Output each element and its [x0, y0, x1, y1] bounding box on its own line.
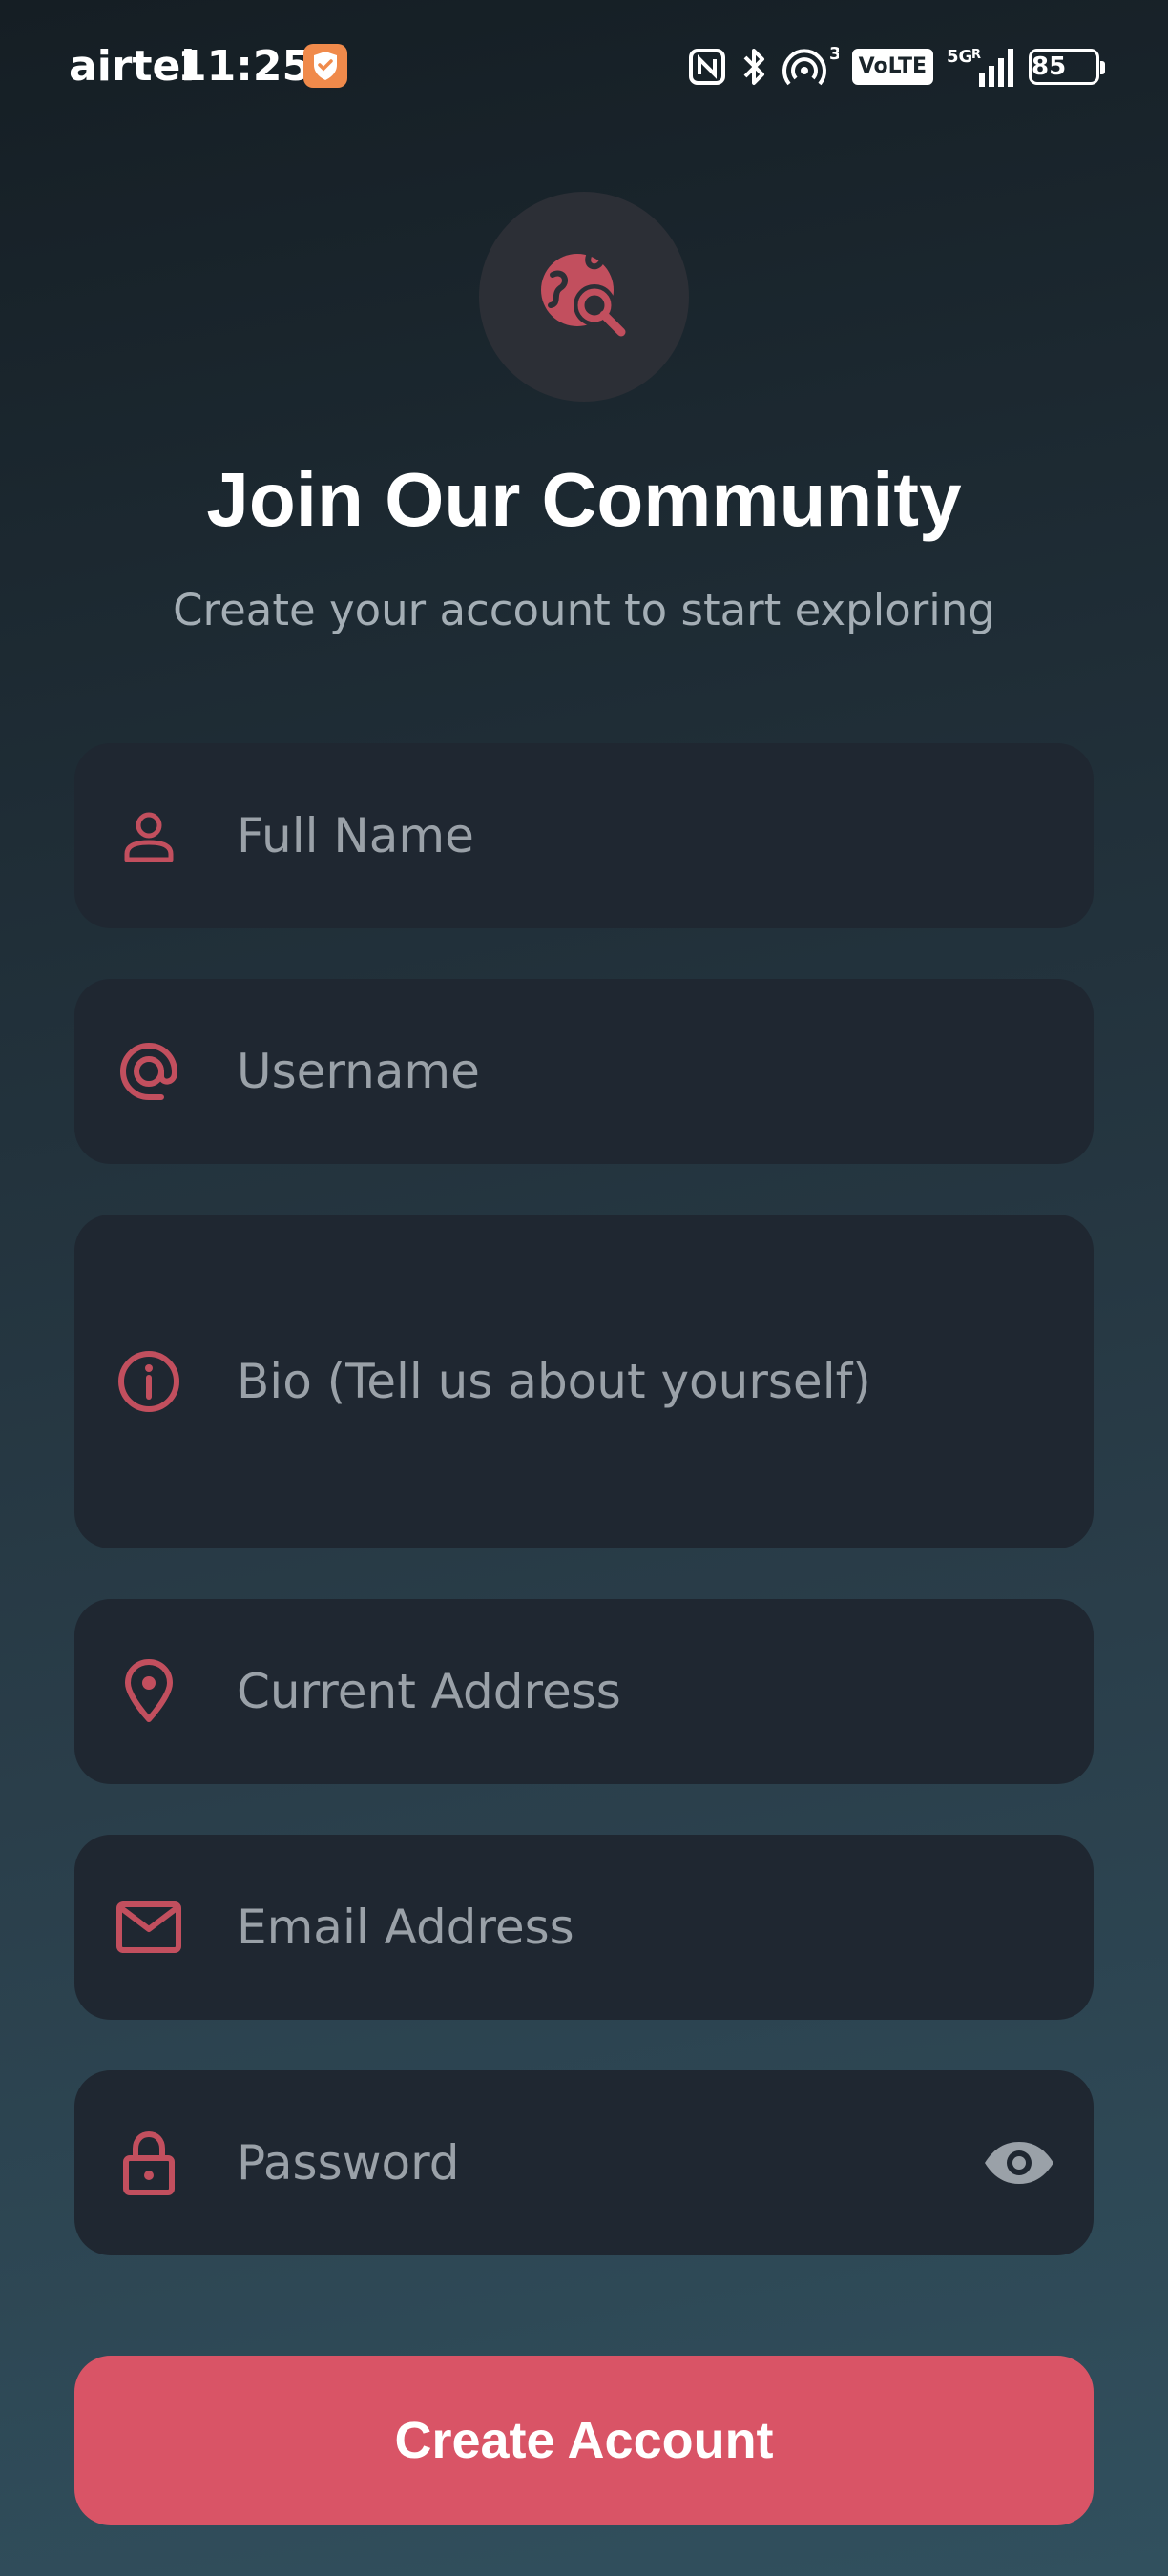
volte-icon: VoLTE [851, 49, 933, 85]
clock: 11:25 [177, 42, 312, 91]
bio-field[interactable] [74, 1215, 1094, 1548]
status-icons: 3 VoLTE 5G R 85 [688, 42, 1105, 92]
bio-input[interactable] [237, 1348, 1019, 1415]
username-input[interactable] [237, 1038, 1019, 1105]
app-logo [479, 192, 689, 402]
password-field[interactable] [74, 2070, 1094, 2255]
page-title: Join Our Community [206, 457, 962, 542]
at-sign-icon [113, 1035, 185, 1108]
carrier-label: airtel [69, 42, 196, 91]
lock-icon [113, 2127, 185, 2199]
status-bar: airtel 11:25 3 VoLTE 5G R 85 [0, 0, 1168, 134]
bluetooth-icon [740, 46, 768, 88]
address-input[interactable] [237, 1658, 1019, 1725]
app-notification-icon [303, 44, 347, 88]
battery-icon: 85 [1029, 49, 1105, 85]
hotspot-icon: 3 [782, 46, 839, 88]
nfc-icon [688, 48, 726, 86]
location-pin-icon [113, 1655, 185, 1728]
full-name-field[interactable] [74, 743, 1094, 928]
full-name-input[interactable] [237, 802, 1019, 869]
address-field[interactable] [74, 1599, 1094, 1784]
signal-icon: 5G R [947, 45, 1015, 89]
person-icon [113, 800, 185, 872]
page-subtitle: Create your account to start exploring [173, 585, 995, 635]
globe-search-icon [532, 242, 636, 351]
svg-text:5G: 5G [947, 47, 972, 67]
password-input[interactable] [237, 2129, 924, 2196]
eye-icon[interactable] [981, 2125, 1057, 2201]
create-account-button[interactable]: Create Account [74, 2356, 1094, 2525]
email-field[interactable] [74, 1835, 1094, 2020]
svg-text:3: 3 [829, 46, 839, 64]
email-input[interactable] [237, 1894, 1019, 1961]
username-field[interactable] [74, 979, 1094, 1164]
svg-text:R: R [971, 48, 981, 62]
mail-icon [113, 1891, 185, 1963]
info-icon [113, 1345, 185, 1418]
